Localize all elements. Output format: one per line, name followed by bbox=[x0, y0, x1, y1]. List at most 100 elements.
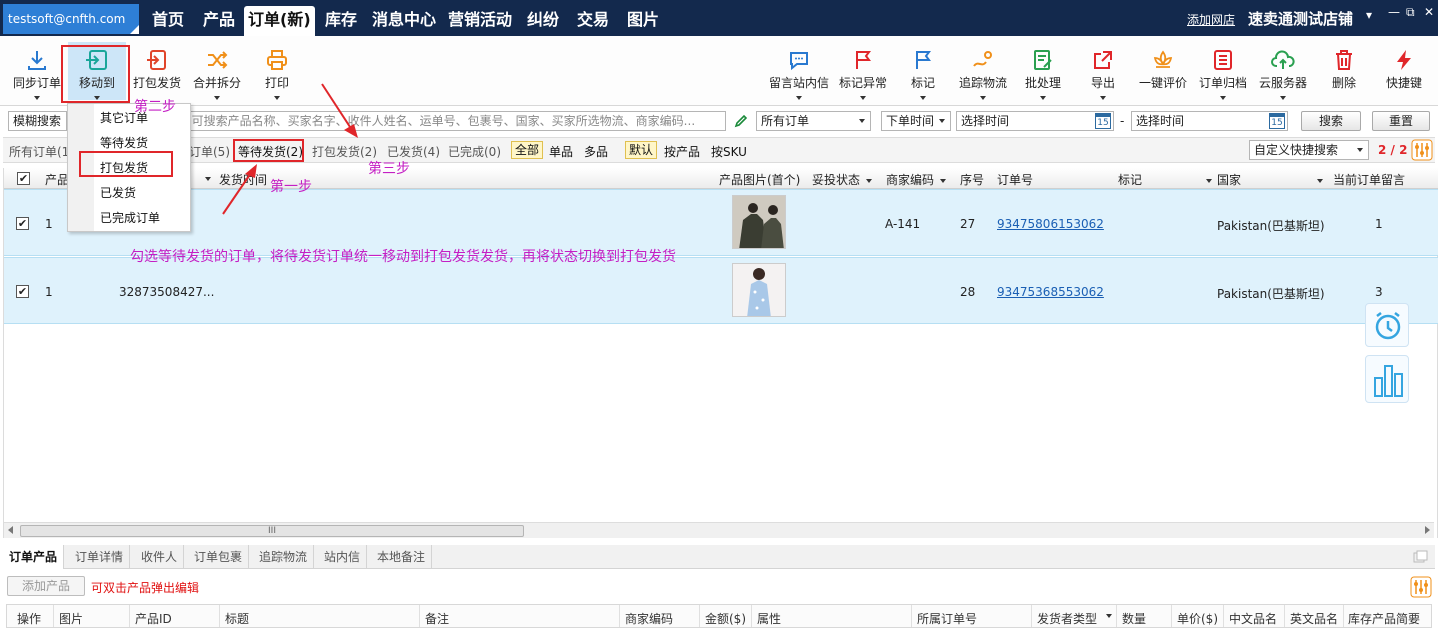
col-action[interactable]: 操作 bbox=[17, 610, 41, 627]
col-seq[interactable]: 序号 bbox=[960, 171, 984, 188]
filter-completed[interactable]: 已完成(0) bbox=[448, 143, 501, 160]
nav-tab-images[interactable]: 图片 bbox=[627, 6, 659, 36]
col-sku[interactable]: 商家编码 bbox=[886, 171, 947, 188]
scope-all[interactable]: 全部 bbox=[511, 141, 544, 159]
chevron-down-icon[interactable] bbox=[1106, 614, 1112, 618]
mark-exception-button[interactable]: 标记异常 bbox=[837, 42, 889, 100]
end-time-input[interactable]: 选择时间 15 bbox=[1131, 111, 1288, 131]
tab-local-notes[interactable]: 本地备注 bbox=[371, 545, 433, 569]
calendar-icon[interactable]: 15 bbox=[1095, 113, 1111, 129]
horizontal-scrollbar[interactable]: III bbox=[4, 522, 1434, 538]
filter-other-orders[interactable]: 订单(5) bbox=[189, 143, 230, 160]
tab-order-products[interactable]: 订单产品 bbox=[3, 545, 65, 569]
tab-order-package[interactable]: 订单包裹 bbox=[188, 545, 250, 569]
track-logistics-button[interactable]: 追踪物流 bbox=[957, 42, 1009, 100]
restore-icon[interactable]: ⧉ bbox=[1406, 5, 1415, 20]
col-country[interactable]: 国家 bbox=[1217, 171, 1324, 188]
row-order-link[interactable]: 93475368553062 bbox=[997, 285, 1104, 299]
col-stock-summary[interactable]: 库存产品简要 bbox=[1348, 610, 1420, 627]
select-all-checkbox[interactable]: ✔ bbox=[17, 172, 30, 185]
export-button[interactable]: 导出 bbox=[1085, 42, 1121, 100]
scope-multi[interactable]: 多品 bbox=[584, 143, 608, 160]
scroll-thumb[interactable]: III bbox=[20, 525, 524, 537]
col-quantity[interactable]: 数量 bbox=[1122, 610, 1146, 627]
merge-split-button[interactable]: 合并拆分 bbox=[190, 42, 244, 100]
view-by-sku[interactable]: 按SKU bbox=[711, 143, 747, 160]
col-remark[interactable]: 备注 bbox=[425, 610, 449, 627]
nav-tab-disputes[interactable]: 纠纷 bbox=[527, 6, 559, 36]
search-type-select[interactable]: 模糊搜索 bbox=[8, 111, 68, 131]
settings-sliders-icon[interactable] bbox=[1410, 576, 1432, 598]
pencil-icon[interactable] bbox=[733, 114, 749, 128]
nav-tab-marketing[interactable]: 营销活动 bbox=[448, 6, 512, 36]
quick-search-select[interactable]: 自定义快捷搜索 bbox=[1249, 140, 1369, 160]
delete-button[interactable]: 删除 bbox=[1326, 42, 1362, 100]
panel-toggle-icon[interactable] bbox=[1413, 550, 1429, 564]
col-order-no[interactable]: 订单号 bbox=[997, 171, 1033, 188]
tab-tracking[interactable]: 追踪物流 bbox=[253, 545, 315, 569]
col-sku[interactable]: 商家编码 bbox=[625, 610, 673, 627]
col-unit-price[interactable]: 单价($) bbox=[1177, 610, 1218, 627]
shop-dropdown-icon[interactable]: ▾ bbox=[1366, 8, 1372, 22]
nav-tab-trade[interactable]: 交易 bbox=[577, 6, 609, 36]
search-button[interactable]: 搜索 bbox=[1301, 111, 1361, 131]
col-cn-name[interactable]: 中文品名 bbox=[1229, 610, 1277, 627]
col-image[interactable]: 图片 bbox=[59, 610, 83, 627]
batch-button[interactable]: 批处理 bbox=[1022, 42, 1064, 100]
scope-single[interactable]: 单品 bbox=[549, 143, 573, 160]
nav-tab-messages[interactable]: 消息中心 bbox=[372, 6, 436, 36]
add-product-button[interactable]: 添加产品 bbox=[7, 576, 85, 596]
settings-sliders-icon[interactable] bbox=[1411, 139, 1433, 161]
col-amount[interactable]: 金额($) bbox=[705, 610, 746, 627]
shortcut-button[interactable]: 快捷键 bbox=[1382, 42, 1426, 100]
message-button[interactable]: 留言站内信 bbox=[767, 42, 831, 100]
time-type-select[interactable]: 下单时间 bbox=[881, 111, 951, 131]
statistics-button[interactable] bbox=[1365, 355, 1409, 403]
product-thumbnail[interactable] bbox=[732, 263, 786, 317]
col-message[interactable]: 当前订单留言 bbox=[1333, 171, 1405, 188]
scroll-right-icon[interactable] bbox=[1425, 526, 1430, 534]
row-checkbox[interactable]: ✔ bbox=[16, 285, 29, 298]
cloud-server-button[interactable]: 云服务器 bbox=[1257, 42, 1309, 100]
col-order-no[interactable]: 所属订单号 bbox=[917, 610, 977, 627]
nav-tab-products[interactable]: 产品 bbox=[203, 6, 235, 36]
col-attributes[interactable]: 属性 bbox=[757, 610, 781, 627]
one-click-review-button[interactable]: 一键评价 bbox=[1137, 42, 1189, 100]
minimize-icon[interactable]: — bbox=[1388, 5, 1400, 19]
alarm-clock-button[interactable] bbox=[1365, 303, 1409, 347]
col-image[interactable]: 产品图片(首个) bbox=[719, 171, 800, 188]
nav-tab-home[interactable]: 首页 bbox=[152, 6, 184, 36]
account-badge[interactable]: testsoft@cnfth.com bbox=[3, 4, 139, 34]
close-icon[interactable]: ✕ bbox=[1424, 5, 1434, 19]
row-checkbox[interactable]: ✔ bbox=[16, 217, 29, 230]
calendar-icon[interactable]: 15 bbox=[1269, 113, 1285, 129]
print-button[interactable]: 打印 bbox=[252, 42, 302, 100]
col-product-id[interactable]: 产品ID bbox=[135, 610, 172, 627]
menu-item-completed[interactable]: 已完成订单 bbox=[68, 206, 190, 230]
col-mark[interactable]: 标记 bbox=[1118, 171, 1213, 188]
nav-tab-orders[interactable]: 订单(新) bbox=[244, 6, 315, 36]
tab-recipient[interactable]: 收件人 bbox=[135, 545, 185, 569]
col-sort-1[interactable] bbox=[199, 171, 211, 185]
product-thumbnail[interactable] bbox=[732, 195, 786, 249]
col-en-name[interactable]: 英文品名 bbox=[1290, 610, 1338, 627]
scroll-left-icon[interactable] bbox=[8, 526, 13, 534]
archive-button[interactable]: 订单归档 bbox=[1197, 42, 1249, 100]
filter-all-orders[interactable]: 所有订单(1 bbox=[9, 143, 69, 160]
col-shipper-type[interactable]: 发货者类型 bbox=[1037, 610, 1097, 627]
col-title[interactable]: 标题 bbox=[225, 610, 249, 627]
reset-button[interactable]: 重置 bbox=[1372, 111, 1430, 131]
nav-tab-inventory[interactable]: 库存 bbox=[325, 6, 357, 36]
view-by-product[interactable]: 按产品 bbox=[664, 143, 700, 160]
order-row[interactable]: ✔ 1 32873508427... 28 93475368553062 Pak… bbox=[4, 257, 1438, 324]
start-time-input[interactable]: 选择时间 15 bbox=[956, 111, 1114, 131]
tab-station-message[interactable]: 站内信 bbox=[318, 545, 368, 569]
sync-orders-button[interactable]: 同步订单 bbox=[10, 42, 64, 100]
menu-item-shipped[interactable]: 已发货 bbox=[68, 181, 190, 205]
shop-selector[interactable]: 速卖通测试店铺 bbox=[1248, 8, 1353, 29]
view-default[interactable]: 默认 bbox=[625, 141, 658, 159]
tab-order-details[interactable]: 订单详情 bbox=[69, 545, 131, 569]
add-shop-link[interactable]: 添加网店 bbox=[1187, 11, 1235, 28]
order-filter-select[interactable]: 所有订单 bbox=[756, 111, 871, 131]
col-product[interactable]: 产品 bbox=[45, 171, 69, 188]
